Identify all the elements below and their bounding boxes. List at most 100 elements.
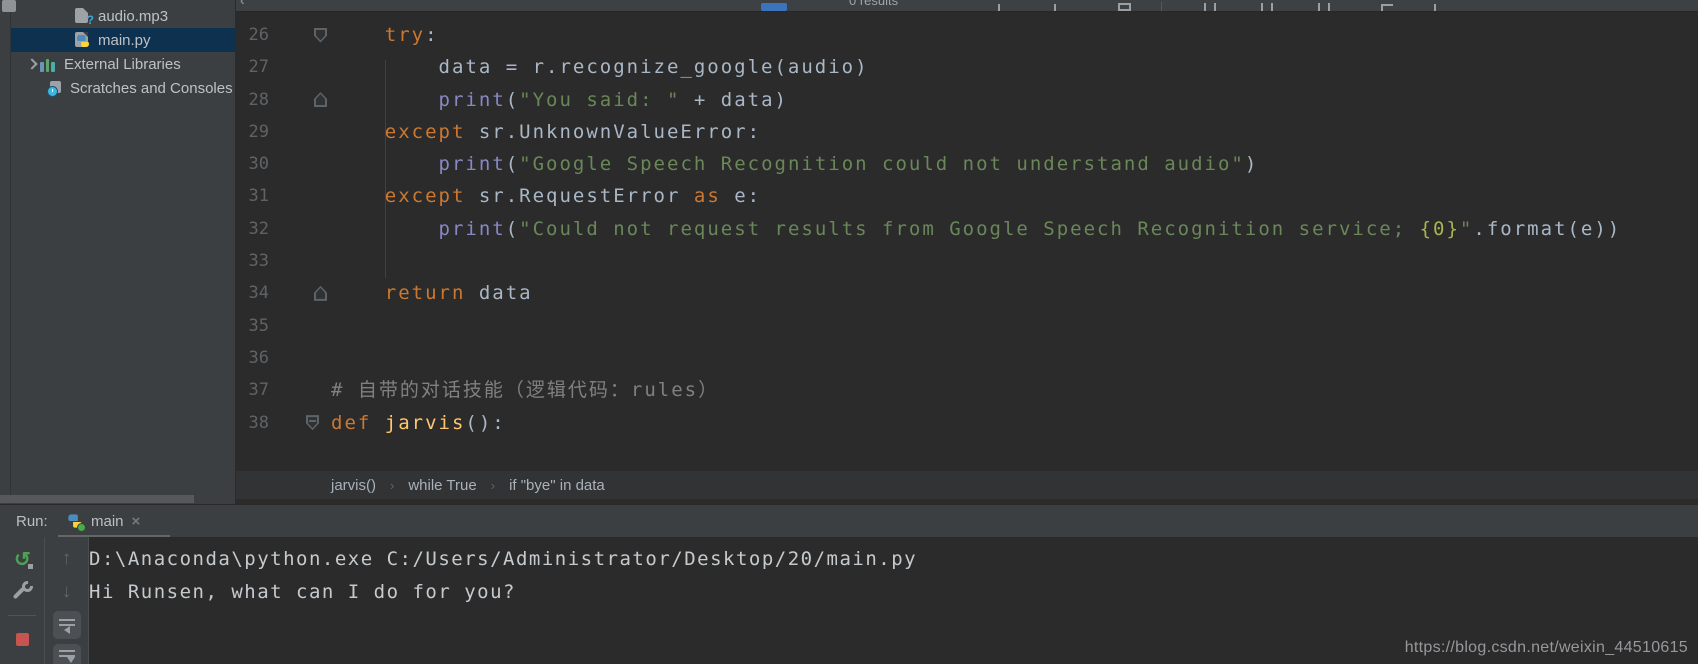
code-token: data = r.recognize_google(audio)	[331, 56, 869, 78]
tree-item-main-py[interactable]: main.py	[11, 28, 235, 52]
run-tab-label: main	[91, 513, 124, 530]
stop-icon[interactable]	[8, 625, 36, 653]
code-token: jarvis	[385, 412, 466, 434]
running-status-dot	[77, 523, 86, 532]
code-token: as	[694, 185, 721, 207]
breadcrumb-item[interactable]: jarvis()	[331, 477, 376, 494]
line-number[interactable]: 33	[236, 245, 269, 277]
python-file-icon	[74, 32, 91, 48]
toolbar-separator	[8, 615, 36, 616]
find-toggle-icon[interactable]	[1261, 3, 1273, 11]
next-occurrence-icon[interactable]	[1054, 4, 1056, 11]
tree-item-label: main.py	[98, 32, 151, 49]
tree-item-external-libraries[interactable]: External Libraries	[11, 52, 235, 76]
code-line[interactable]: def jarvis():	[331, 407, 1621, 439]
rerun-icon[interactable]	[8, 545, 36, 573]
code-line[interactable]: # 自带的对话技能（逻辑代码：rules）	[331, 374, 1621, 406]
chevron-right-icon[interactable]	[25, 58, 37, 70]
code-line[interactable]: data = r.recognize_google(audio)	[331, 51, 1621, 83]
code-line[interactable]	[331, 245, 1621, 277]
code-token: ():	[465, 412, 505, 434]
settings-wrench-icon[interactable]	[8, 578, 36, 606]
scroll-to-end-icon[interactable]	[53, 644, 81, 664]
code-token	[371, 412, 384, 434]
code-token: "	[1460, 218, 1473, 240]
audio-file-icon: ?	[74, 8, 91, 24]
run-tab-main[interactable]: main ×	[62, 505, 146, 538]
toolbar-separator	[1161, 2, 1162, 11]
find-toggle-icon[interactable]	[1204, 3, 1216, 11]
code-line[interactable]: except sr.UnknownValueError:	[331, 116, 1621, 148]
code-token: )	[1245, 153, 1258, 175]
code-token: + data)	[680, 89, 788, 111]
fold-marker-icon[interactable]	[314, 28, 327, 43]
code-line[interactable]: print("Google Speech Recognition could n…	[331, 148, 1621, 180]
python-run-icon	[68, 514, 83, 529]
run-body: D:\Anaconda\python.exe C:/Users/Administ…	[0, 537, 1698, 664]
soft-wrap-icon[interactable]	[53, 611, 81, 639]
breadcrumb-separator-icon: ›	[390, 478, 394, 493]
console-toolbar	[45, 537, 89, 664]
project-panel: ? audio.mp3 main.py External Libraries S…	[11, 0, 235, 504]
breadcrumb-item[interactable]: while True	[408, 477, 476, 494]
find-toggle-icon[interactable]	[1381, 4, 1393, 12]
watermark-url: https://blog.csdn.net/weixin_44510615	[1405, 639, 1688, 657]
code-line[interactable]: print("You said: " + data)	[331, 84, 1621, 116]
code-line[interactable]: try:	[331, 19, 1621, 51]
horizontal-scrollbar[interactable]	[0, 495, 194, 503]
line-number[interactable]: 30	[236, 148, 269, 180]
fold-marker-icon[interactable]	[314, 92, 327, 107]
close-tab-icon[interactable]: ×	[132, 513, 141, 530]
code-line[interactable]: except sr.RequestError as e:	[331, 180, 1621, 212]
code-token: sr.RequestError	[465, 185, 693, 207]
find-in-selection-icon[interactable]	[1118, 3, 1131, 11]
code-token: (	[506, 153, 519, 175]
code-line[interactable]	[331, 342, 1621, 374]
find-toggle-icon[interactable]	[1318, 3, 1330, 11]
code-line[interactable]: return data	[331, 277, 1621, 309]
tree-item-label: audio.mp3	[98, 8, 168, 25]
code-token: "Could not request results from Google S…	[519, 218, 1419, 240]
code-token: (	[506, 218, 519, 240]
line-number[interactable]: 35	[236, 310, 269, 342]
code-token: def	[331, 412, 371, 434]
line-number[interactable]: 29	[236, 116, 269, 148]
code-line[interactable]: print("Could not request results from Go…	[331, 213, 1621, 245]
line-number[interactable]: 34	[236, 277, 269, 309]
find-option-button[interactable]	[761, 3, 787, 11]
line-number[interactable]: 27	[236, 51, 269, 83]
code-token: {0}	[1420, 218, 1460, 240]
line-number[interactable]: 36	[236, 342, 269, 374]
fold-marker-icon[interactable]	[306, 415, 319, 430]
code-token: "Google Speech Recognition could not und…	[519, 153, 1245, 175]
line-number[interactable]: 31	[236, 180, 269, 212]
code-token: (	[506, 89, 519, 111]
breadcrumb: jarvis()›while True›if "bye" in data	[236, 471, 1698, 499]
scratches-icon	[47, 80, 63, 96]
code-token: sr.UnknownValueError:	[465, 121, 761, 143]
tool-window-button-icon[interactable]	[2, 0, 16, 12]
line-number[interactable]: 28	[236, 84, 269, 116]
tree-item-audio-mp3[interactable]: ? audio.mp3	[11, 4, 235, 28]
line-number[interactable]: 37	[236, 374, 269, 406]
breadcrumb-item[interactable]: if "bye" in data	[509, 477, 605, 494]
run-header: Run: main ×	[0, 504, 1698, 538]
line-number[interactable]: 38	[236, 407, 269, 439]
code-token	[331, 282, 385, 304]
line-number[interactable]: 32	[236, 213, 269, 245]
down-arrow-icon[interactable]	[53, 578, 81, 606]
code-token: except	[385, 121, 466, 143]
prev-occurrence-icon[interactable]	[998, 4, 1000, 11]
console-line: D:\Anaconda\python.exe C:/Users/Administ…	[89, 543, 1698, 576]
find-toggle-icon[interactable]	[1434, 4, 1436, 11]
editor-gutter: 26272829303132333435363738	[236, 19, 269, 439]
line-number[interactable]: 26	[236, 19, 269, 51]
code-line[interactable]	[331, 310, 1621, 342]
code-token	[331, 153, 439, 175]
tree-item-scratches[interactable]: Scratches and Consoles	[11, 76, 235, 100]
code-token: except	[385, 185, 466, 207]
code-token: e:	[721, 185, 761, 207]
fold-marker-icon[interactable]	[314, 286, 327, 301]
up-arrow-icon[interactable]	[53, 545, 81, 573]
collapse-chevron-icon[interactable]: ‹	[240, 0, 245, 8]
